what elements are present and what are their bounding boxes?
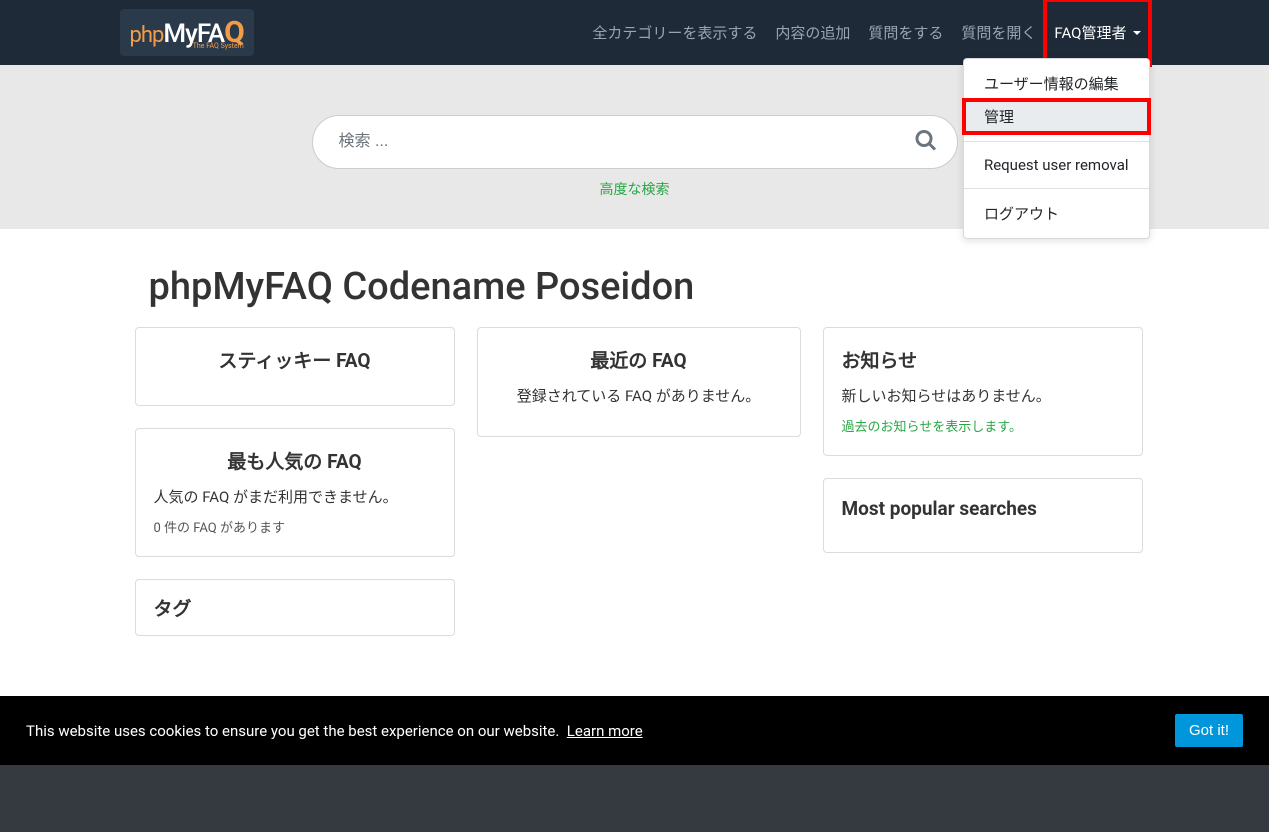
main-content: phpMyFAQ Codename Poseidon スティッキー FAQ 最も… <box>135 229 1135 676</box>
card-popular-text: 人気の FAQ がまだ利用できません。 <box>154 486 436 507</box>
card-tags-title: タグ <box>154 594 436 621</box>
logo-prefix: php <box>130 23 164 48</box>
dropdown-admin[interactable]: 管理 <box>964 100 1149 133</box>
navbar: phpMyFAQ The FAQ System 全カテゴリーを表示する 内容の追… <box>0 0 1269 65</box>
logo-mid: My <box>163 19 196 49</box>
dropdown-edit-profile[interactable]: ユーザー情報の編集 <box>964 67 1149 100</box>
dropdown-logout[interactable]: ログアウト <box>964 197 1149 230</box>
cookie-text: This website uses cookies to ensure you … <box>26 722 559 740</box>
card-news-archive-link[interactable]: 過去のお知らせを表示します。 <box>842 420 1022 435</box>
nav-links: 全カテゴリーを表示する 内容の追加 質問をする 質問を開く FAQ管理者 ユーザ… <box>583 0 1149 65</box>
card-news-title: お知らせ <box>842 346 1124 373</box>
card-popular-searches: Most popular searches <box>823 478 1143 553</box>
card-recent-faq: 最近の FAQ 登録されている FAQ がありません。 <box>477 327 801 437</box>
card-sticky-title: スティッキー FAQ <box>154 346 436 373</box>
user-dropdown-menu: ユーザー情報の編集 管理 Request user removal ログアウト <box>963 58 1150 239</box>
logo[interactable]: phpMyFAQ The FAQ System <box>120 9 254 56</box>
cookie-banner: This website uses cookies to ensure you … <box>0 696 1269 765</box>
cookie-text-wrap: This website uses cookies to ensure you … <box>26 722 643 740</box>
card-popular-count: 0 件の FAQ があります <box>154 517 436 536</box>
dropdown-divider <box>964 141 1149 142</box>
nav-open-questions[interactable]: 質問を開く <box>952 0 1045 65</box>
nav-user-dropdown-wrap: FAQ管理者 ユーザー情報の編集 管理 Request user removal… <box>1045 0 1149 65</box>
search-box <box>312 115 958 169</box>
logo-q: Q <box>224 15 244 50</box>
card-tags: タグ <box>135 579 455 636</box>
page-title: phpMyFAQ Codename Poseidon <box>149 265 1135 309</box>
nav-user-dropdown[interactable]: FAQ管理者 <box>1045 0 1149 65</box>
card-popular-title: 最も人気の FAQ <box>154 447 436 474</box>
cookie-accept-button[interactable]: Got it! <box>1175 714 1243 747</box>
card-news: お知らせ 新しいお知らせはありません。 過去のお知らせを表示します。 <box>823 327 1143 456</box>
search-button[interactable] <box>910 125 942 160</box>
card-recent-title: 最近の FAQ <box>496 346 782 373</box>
card-news-text: 新しいお知らせはありません。 <box>842 385 1124 406</box>
card-sticky-faq: スティッキー FAQ <box>135 327 455 406</box>
dropdown-divider-2 <box>964 188 1149 189</box>
nav-add-content[interactable]: 内容の追加 <box>766 0 859 65</box>
card-popular-faq: 最も人気の FAQ 人気の FAQ がまだ利用できません。 0 件の FAQ が… <box>135 428 455 557</box>
dropdown-request-removal[interactable]: Request user removal <box>964 150 1149 180</box>
cookie-learn-more-link[interactable]: Learn more <box>567 722 643 740</box>
nav-ask-question[interactable]: 質問をする <box>859 0 952 65</box>
search-icon <box>914 129 938 153</box>
nav-show-categories[interactable]: 全カテゴリーを表示する <box>583 0 766 65</box>
card-searches-title: Most popular searches <box>842 497 1124 520</box>
advanced-search-link[interactable]: 高度な検索 <box>600 179 670 199</box>
card-recent-text: 登録されている FAQ がありません。 <box>496 385 782 406</box>
search-input[interactable] <box>312 115 958 169</box>
